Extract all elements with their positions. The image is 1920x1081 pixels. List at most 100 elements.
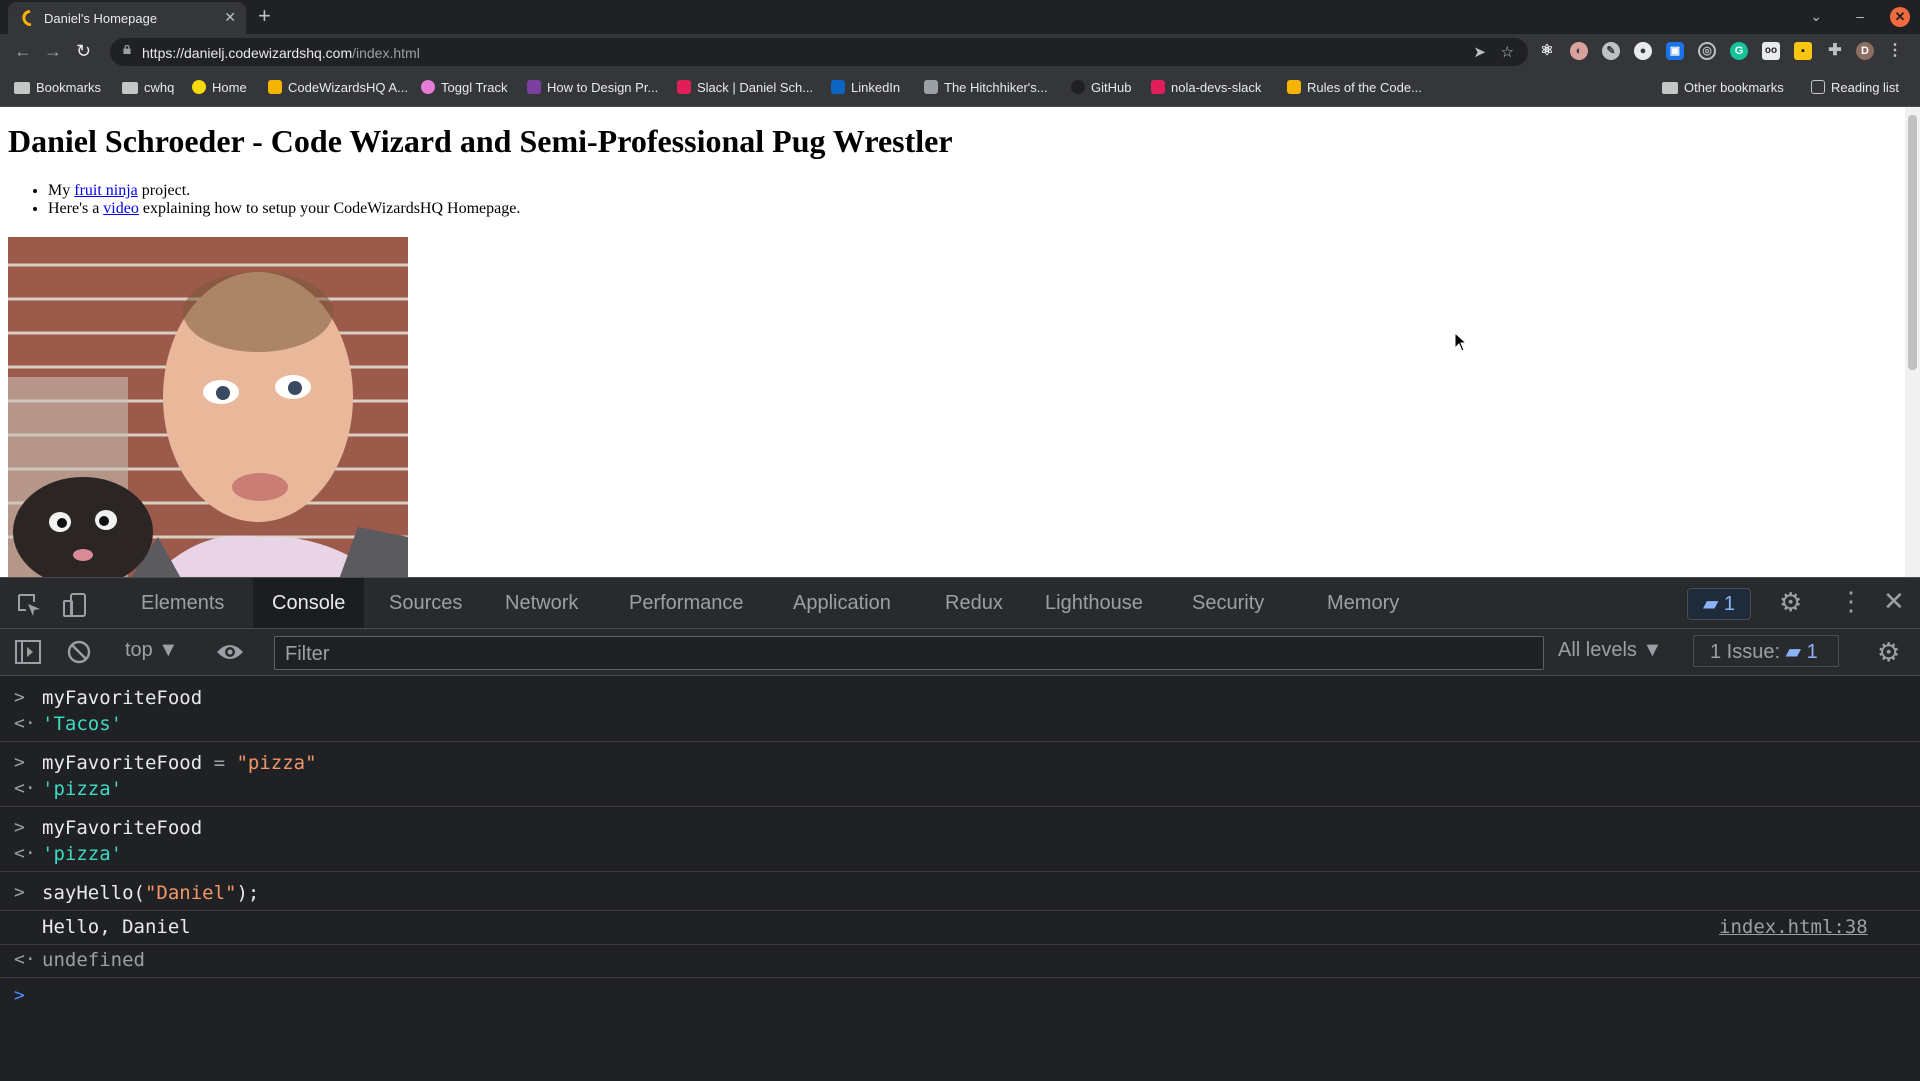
reading-list-icon (1811, 80, 1825, 94)
video-link[interactable]: video (103, 200, 139, 217)
page-scrollbar[interactable] (1905, 107, 1920, 577)
reading-list[interactable]: Reading list (1811, 78, 1899, 98)
extension-icon[interactable]: ● (1634, 42, 1652, 60)
reload-icon[interactable]: ↻ (76, 42, 91, 60)
console-divider (0, 910, 1920, 911)
bookmark-item[interactable]: cwhq (122, 78, 174, 98)
console-settings-gear-icon[interactable]: ⚙ (1877, 639, 1900, 665)
console-divider (0, 977, 1920, 978)
tab-application[interactable]: Application (774, 578, 910, 628)
bookmark-label: Bookmarks (36, 80, 102, 95)
compass-extension-icon[interactable]: ✎ (1602, 42, 1620, 60)
console-log-text: Hello, Daniel (42, 916, 191, 938)
bookmark-item[interactable]: Slack | Daniel Sch... (677, 78, 813, 98)
live-expression-eye-icon[interactable] (215, 641, 245, 663)
code-string: "Daniel" (144, 882, 237, 904)
device-toolbar-icon[interactable] (62, 592, 88, 618)
console-result-text: 'Tacos' (42, 713, 123, 735)
filter-input[interactable] (283, 641, 1527, 667)
tab-sources[interactable]: Sources (370, 578, 481, 628)
code-operator: = (202, 752, 237, 774)
grammarly-icon[interactable]: G (1730, 42, 1748, 60)
close-devtools-icon[interactable]: ✕ (1883, 587, 1905, 615)
console-result-text: undefined (42, 949, 145, 971)
new-tab-button[interactable]: + (258, 4, 271, 28)
address-bar[interactable]: https://danielj.codewizardshq.com/index.… (110, 38, 1528, 66)
settings-gear-icon[interactable]: ⚙ (1779, 589, 1802, 615)
linkedin-favicon-icon (831, 80, 845, 94)
console-result-text: 'pizza' (42, 843, 123, 865)
bookmark-item[interactable]: How to Design Pr... (527, 78, 658, 98)
tab-memory[interactable]: Memory (1308, 578, 1418, 628)
zoom-extension-icon[interactable]: ▣ (1666, 42, 1684, 60)
tab-lighthouse[interactable]: Lighthouse (1026, 578, 1162, 628)
tab-search-icon[interactable]: ⌄ (1810, 8, 1822, 25)
slack-favicon-icon (1151, 80, 1165, 94)
target-extension-icon[interactable]: ◎ (1698, 42, 1716, 60)
log-levels-dropdown[interactable]: All levels ▼ (1558, 639, 1662, 662)
list-text: project. (137, 182, 191, 199)
back-icon[interactable]: ← (14, 42, 32, 60)
bookmark-star-icon[interactable]: ☆ (1501, 43, 1514, 61)
other-bookmarks[interactable]: Other bookmarks (1662, 78, 1784, 98)
url-path: /index.html (352, 45, 420, 61)
bookmark-item[interactable]: Toggl Track (421, 78, 507, 98)
browser-tab[interactable]: Daniel's Homepage ✕ (8, 2, 246, 34)
bookmark-item[interactable]: Bookmarks (14, 78, 101, 98)
react-devtools-icon[interactable]: ⚛ (1538, 42, 1556, 60)
more-options-icon[interactable]: ⋮ (1838, 588, 1864, 614)
filter-input-wrapper (274, 636, 1544, 670)
bookmark-item[interactable]: CodeWizardsHQ A... (268, 78, 408, 98)
extension-icon[interactable]: oo (1762, 42, 1780, 60)
forward-icon[interactable]: → (44, 42, 62, 60)
tab-security[interactable]: Security (1173, 578, 1283, 628)
message-icon: ▰ (1702, 593, 1719, 615)
sidebar-toggle-icon[interactable] (14, 639, 42, 665)
bookmark-label: How to Design Pr... (547, 80, 659, 95)
tab-console[interactable]: Console (253, 578, 365, 628)
close-tab-icon[interactable]: ✕ (224, 9, 236, 26)
bookmark-item[interactable]: GitHub (1071, 78, 1131, 98)
bookmark-label: CodeWizardsHQ A... (288, 80, 408, 95)
bookmark-item[interactable]: LinkedIn (831, 78, 900, 98)
url-text: https://danielj.codewizardshq.com/index.… (142, 45, 420, 61)
code-function-call: sayHello( (42, 882, 145, 904)
bookmark-item[interactable]: nola-devs-slack (1151, 78, 1261, 98)
clear-console-icon[interactable] (66, 639, 92, 665)
scrollbar-thumb[interactable] (1908, 115, 1917, 370)
issues-button[interactable]: 1 Issue: ▰ 1 (1693, 635, 1839, 667)
profile-avatar[interactable]: D (1856, 42, 1874, 60)
inspect-element-icon[interactable] (16, 592, 42, 618)
tab-network[interactable]: Network (486, 578, 597, 628)
console-input-text: sayHello("Daniel"); (42, 882, 259, 904)
bookmark-label: The Hitchhiker's... (944, 80, 1048, 95)
tab-redux[interactable]: Redux (926, 578, 1022, 628)
sticky-notes-icon[interactable]: ▪ (1794, 42, 1812, 60)
tab-performance[interactable]: Performance (610, 578, 763, 628)
result-arrow-icon: <· (14, 949, 36, 970)
context-selector[interactable]: top ▼ (125, 639, 178, 662)
minimize-icon[interactable]: – (1856, 8, 1864, 24)
send-to-device-icon[interactable]: ➤ (1473, 43, 1486, 61)
bookmark-label: GitHub (1091, 80, 1132, 95)
browser-menu-icon[interactable]: ⋮ (1886, 42, 1904, 60)
message-count: 1 (1723, 593, 1736, 615)
input-chevron-icon: > (14, 817, 25, 838)
codewizards-favicon-icon (22, 10, 32, 26)
bookmark-item[interactable]: Home (192, 78, 247, 98)
extensions-puzzle-icon[interactable]: ✚ (1826, 42, 1844, 60)
result-arrow-icon: <· (14, 843, 36, 864)
bookmark-label: nola-devs-slack (1171, 80, 1262, 95)
bookmark-item[interactable]: The Hitchhiker's... (924, 78, 1048, 98)
bookmark-label: Slack | Daniel Sch... (697, 80, 814, 95)
bookmark-item[interactable]: Rules of the Code... (1287, 78, 1422, 98)
code-punctuation: ); (236, 882, 260, 904)
extension-icon[interactable]: ◐ (1570, 42, 1588, 60)
fruit-ninja-link[interactable]: fruit ninja (74, 182, 138, 199)
messages-badge[interactable]: ▰ 1 (1687, 588, 1751, 620)
source-location-link[interactable]: index.html:38 (1719, 916, 1868, 938)
close-window-button[interactable]: ✕ (1890, 7, 1910, 27)
folder-icon (122, 82, 138, 94)
tab-elements[interactable]: Elements (122, 578, 243, 628)
devtools-panel: Elements Console Sources Network Perform… (0, 577, 1920, 1081)
